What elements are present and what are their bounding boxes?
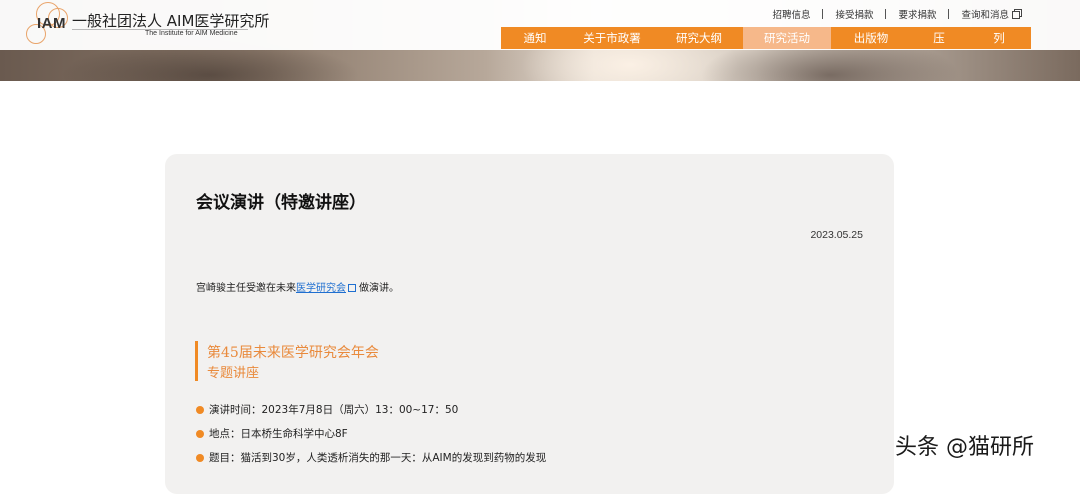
- bullet-dot-icon: [196, 453, 204, 462]
- article-intro: 宫崎骏主任受邀在未来医学研究会 做演讲。: [196, 279, 399, 294]
- article-card: 会议演讲（特邀讲座） 2023.05.25 宫崎骏主任受邀在未来医学研究会 做演讲…: [165, 154, 894, 494]
- utility-link-careers[interactable]: 招聘信息: [772, 7, 810, 21]
- org-name[interactable]: 一般社团法人 AIM医学研究所: [72, 10, 269, 31]
- detail-text: 地点：日本桥生命科学中心8F: [209, 428, 348, 440]
- event-subtitle: 专题讲座: [207, 366, 260, 381]
- event-accent-bar: [195, 341, 198, 381]
- bullet-dot-icon: [196, 405, 204, 414]
- detail-text: 演讲时间：2023年7月8日（周六）13：00~17：50: [209, 404, 459, 416]
- org-name-en: The Institute for AIM Medicine: [145, 30, 238, 37]
- external-link-icon: [348, 284, 356, 292]
- nav-item-press[interactable]: 压: [911, 27, 967, 49]
- nav-item-list[interactable]: 列: [967, 27, 1031, 49]
- detail-item-time: 演讲时间：2023年7月8日（周六）13：00~17：50: [196, 402, 458, 417]
- utility-divider: [885, 9, 887, 19]
- event-name: 第45届未来医学研究会年会: [207, 345, 379, 361]
- utility-links: 招聘信息 接受捐款 要求捐款 查询和消息: [772, 7, 1020, 21]
- top-bar: IAM 一般社团法人 AIM医学研究所 The Institute for AI…: [0, 0, 1080, 50]
- detail-item-venue: 地点：日本桥生命科学中心8F: [196, 426, 348, 441]
- detail-text: 题目：猫活到30岁，人类透析消失的那一天：从AIM的发现到药物的发现: [209, 452, 547, 464]
- intro-text-end: 做演讲。: [359, 283, 399, 294]
- utility-link-accept-donation[interactable]: 接受捐款: [835, 7, 873, 21]
- utility-divider: [948, 9, 950, 19]
- external-link-icon: [1012, 11, 1020, 19]
- utility-link-contact[interactable]: 查询和消息: [961, 7, 1009, 21]
- nav-item-research-activities[interactable]: 研究活动: [743, 27, 831, 49]
- article-title: 会议演讲（特邀讲座）: [196, 193, 366, 213]
- nav-item-about[interactable]: 关于市政署: [569, 27, 655, 49]
- intro-link[interactable]: 医学研究会: [296, 283, 346, 294]
- bullet-dot-icon: [196, 429, 204, 438]
- watermark: 头条 @猫研所: [895, 435, 1034, 460]
- intro-text: 宫崎骏主任受邀在未来: [196, 283, 296, 294]
- logo-text: IAM: [37, 15, 66, 32]
- main-nav: 通知 关于市政署 研究大纲 研究活动 出版物 压 列: [501, 27, 1031, 49]
- detail-item-topic: 题目：猫活到30岁，人类透析消失的那一天：从AIM的发现到药物的发现: [196, 450, 546, 465]
- nav-item-research-outline[interactable]: 研究大纲: [655, 27, 743, 49]
- nav-item-publications[interactable]: 出版物: [831, 27, 911, 49]
- utility-link-request-donation[interactable]: 要求捐款: [898, 7, 936, 21]
- article-date: 2023.05.25: [810, 229, 863, 241]
- iam-logo[interactable]: IAM: [26, 2, 72, 46]
- nav-item-news[interactable]: 通知: [501, 27, 569, 49]
- utility-divider: [822, 9, 824, 19]
